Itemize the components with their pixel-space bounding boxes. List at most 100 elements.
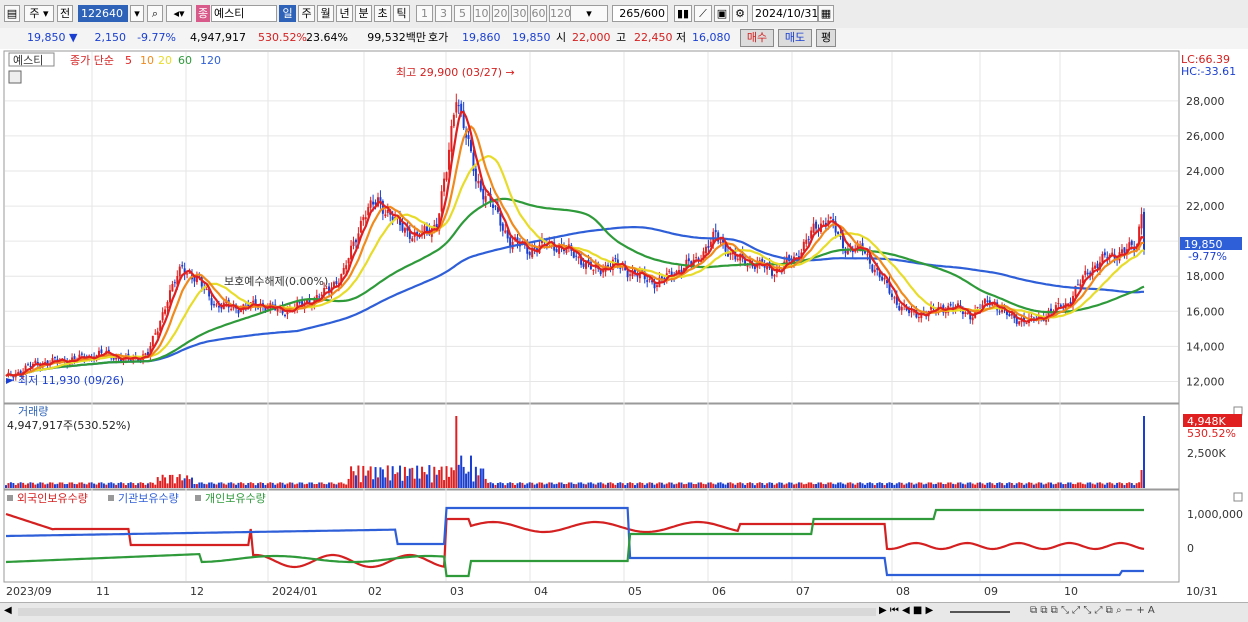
volume-bar xyxy=(1005,483,1008,488)
save-icon[interactable]: ▣ xyxy=(714,5,730,22)
interval-dropdown[interactable]: ▾ xyxy=(570,5,608,22)
calendar-icon[interactable]: ▦ xyxy=(818,5,834,22)
candle-body xyxy=(403,228,406,233)
scroll-track[interactable] xyxy=(18,608,876,616)
price-value: 19,850 xyxy=(27,31,66,44)
volume-bar xyxy=(474,466,477,488)
period-tab-6[interactable]: 틱 xyxy=(393,5,410,22)
holding-close-icon[interactable] xyxy=(1233,492,1243,502)
volume-bar xyxy=(597,482,600,488)
volume-bar xyxy=(112,483,115,488)
low-label: 저 xyxy=(676,31,687,44)
interval-tab-5[interactable]: 5 xyxy=(454,5,471,22)
candle-body xyxy=(1130,240,1133,245)
zoom-slider[interactable] xyxy=(950,611,1010,613)
speaker-icon[interactable]: ◂▾ xyxy=(166,5,192,22)
sell-button[interactable]: 매도 xyxy=(778,29,812,47)
volume-bar xyxy=(609,482,612,488)
scroll-left-icon[interactable]: ◀ xyxy=(4,605,16,619)
candle-body xyxy=(504,230,507,233)
volume-bar xyxy=(633,485,636,488)
ma-legend-20: 20 xyxy=(158,54,172,67)
interval-tab-1[interactable]: 1 xyxy=(416,5,433,22)
tool-icons[interactable]: ⧉ ⧉ ⧉ ⤡ ⤢ ⤡ ⤢ ⧉ ⌕ − + A xyxy=(1030,605,1155,616)
period-tab-3[interactable]: 년 xyxy=(336,5,353,22)
volume-bar xyxy=(893,484,896,488)
volume-bar xyxy=(166,483,169,488)
stock-name-field[interactable]: 예스티 xyxy=(211,5,277,22)
volume-bar xyxy=(266,483,269,488)
volume-bar xyxy=(1113,484,1116,488)
volume-bar xyxy=(154,484,157,488)
volume-bar xyxy=(83,483,86,488)
buy-button[interactable]: 매수 xyxy=(740,29,774,47)
chevron-down-icon[interactable]: ▾ xyxy=(130,5,144,22)
volume-bar xyxy=(648,482,651,488)
period-tab-0[interactable]: 일 xyxy=(279,5,296,22)
volume-bar xyxy=(301,482,304,488)
volume-bar xyxy=(293,484,296,488)
panel-menu-icon[interactable] xyxy=(8,70,22,84)
volume-bar xyxy=(922,484,925,488)
interval-tab-20[interactable]: 20 xyxy=(492,5,509,22)
volume-bar xyxy=(367,470,370,488)
interval-tab-10[interactable]: 10 xyxy=(473,5,490,22)
candle-body xyxy=(369,200,372,208)
volume-bar xyxy=(244,484,247,488)
interval-tab-120[interactable]: 120 xyxy=(549,5,571,22)
candle-icon[interactable]: ▮▮ xyxy=(674,5,692,22)
candle-body xyxy=(186,273,189,275)
volume-bar xyxy=(841,483,844,488)
window-icon[interactable]: ▤ xyxy=(4,5,20,22)
candle-body xyxy=(773,274,776,277)
volume-close-icon[interactable] xyxy=(1233,406,1243,416)
volume-bar xyxy=(543,484,546,488)
volume-bar xyxy=(1072,483,1075,488)
x-tick-label: 10/31 xyxy=(1186,585,1218,598)
nav-buttons[interactable]: ▶ ⏮ ◀ ■ ▶ xyxy=(879,605,933,616)
volume-bar xyxy=(183,478,186,488)
volume-bar xyxy=(651,482,654,488)
x-tick-label: 09 xyxy=(984,585,998,598)
volume-bar xyxy=(416,465,419,488)
volume-bar xyxy=(239,482,242,488)
prev-button[interactable]: 전 xyxy=(57,5,73,22)
period-tab-5[interactable]: 초 xyxy=(374,5,391,22)
volume-bar xyxy=(208,482,211,488)
volume-bar xyxy=(915,483,918,488)
interval-tab-60[interactable]: 60 xyxy=(530,5,547,22)
period-tab-1[interactable]: 주 xyxy=(298,5,315,22)
eval-button[interactable]: 평 xyxy=(816,29,836,47)
volume-bar xyxy=(122,483,125,488)
volume-bar xyxy=(785,483,788,488)
volume-bar xyxy=(957,482,960,488)
volume-bar xyxy=(700,482,703,488)
candle-body xyxy=(976,306,979,308)
candle-body xyxy=(168,290,171,303)
candle-body xyxy=(917,317,920,319)
volume-bar xyxy=(93,483,96,488)
search-icon[interactable]: ⌕ xyxy=(147,5,163,22)
volume-bar xyxy=(641,482,644,488)
volume-bar xyxy=(308,482,311,488)
volume-bar xyxy=(690,482,693,488)
volume-bar xyxy=(1079,482,1082,488)
volume-bar xyxy=(389,480,392,488)
period-tab-2[interactable]: 월 xyxy=(317,5,334,22)
volume-bar xyxy=(506,483,509,488)
code-input[interactable]: 122640 xyxy=(78,5,128,22)
gear-icon[interactable]: ⚙ xyxy=(732,5,748,22)
volume-bar xyxy=(1023,484,1026,488)
candle-body xyxy=(193,277,196,282)
count-field[interactable]: 265/600 xyxy=(612,5,668,22)
line-tool-icon[interactable]: ⟋ xyxy=(694,5,712,22)
x-tick-label: 11 xyxy=(96,585,110,598)
interval-tab-30[interactable]: 30 xyxy=(511,5,528,22)
candle-body xyxy=(257,308,260,310)
market-select[interactable]: 주 ▾ xyxy=(24,5,54,22)
period-tab-4[interactable]: 분 xyxy=(355,5,372,22)
date-field[interactable]: 2024/10/31 xyxy=(752,5,818,22)
volume-bar xyxy=(856,482,859,488)
interval-tab-3[interactable]: 3 xyxy=(435,5,452,22)
volume-bar xyxy=(41,482,44,488)
